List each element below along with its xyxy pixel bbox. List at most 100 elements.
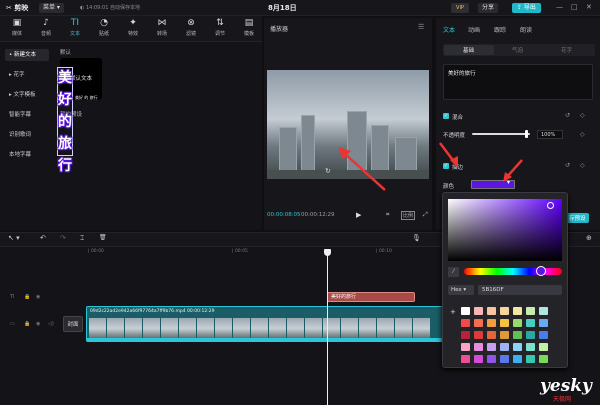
color-swatch[interactable] [487,331,496,339]
playhead-handle[interactable] [324,249,331,256]
tool-media[interactable]: ▣ 媒体 [6,18,28,37]
color-swatch[interactable] [461,307,470,315]
nav-local-subtitle[interactable]: 本地字幕 [5,149,49,161]
mix-checkbox[interactable]: ✓ [443,113,449,119]
color-swatch[interactable] [474,319,483,327]
opacity-slider[interactable] [472,133,530,135]
add-color-icon[interactable]: + [450,308,456,316]
rotate-icon[interactable]: ↻ [325,167,331,175]
opacity-slider-thumb[interactable] [525,130,528,138]
text-content-input[interactable]: 美好的旅行 [443,64,593,100]
main-menu-button[interactable]: 菜单 ▾ [39,3,64,13]
subtab-bubble[interactable]: 气泡 [512,46,523,54]
color-swatch[interactable] [474,331,483,339]
split-icon[interactable]: ⌶ [80,234,84,243]
color-swatch[interactable] [474,307,483,315]
eyedropper-icon[interactable]: ⁄ [448,267,459,277]
tab-animation[interactable]: 动画 [468,25,480,34]
vip-badge[interactable]: VIP [451,3,469,13]
playhead[interactable] [327,249,328,405]
cover-button[interactable]: 封面 [63,316,83,332]
keyframe-icon[interactable]: ◇ [580,131,585,138]
fullscreen-icon[interactable]: ⤢ [423,211,428,219]
color-swatch[interactable] [513,343,522,351]
color-swatch[interactable] [500,307,509,315]
tool-audio[interactable]: ♪ 音频 [35,18,57,37]
color-swatch[interactable] [487,343,496,351]
nav-lyrics[interactable]: 识别歌词 [5,129,49,141]
color-swatch[interactable] [474,355,483,363]
hue-slider-thumb[interactable] [536,266,546,276]
player-menu-icon[interactable]: ☰ [418,23,424,31]
color-mode-select[interactable]: Hex ▾ [448,285,474,295]
audio-icon[interactable]: ◁) [48,321,54,327]
opacity-value-input[interactable]: 100% [537,130,563,139]
crop-icon[interactable]: ⌗ [386,211,389,219]
play-button[interactable]: ▶ [356,211,361,219]
subtab-fancy[interactable]: 花字 [561,46,572,54]
color-swatch[interactable] [500,355,509,363]
lock-icon[interactable]: 🔒 [24,294,30,300]
color-swatch[interactable] [513,355,522,363]
tab-tracking[interactable]: 跟踪 [494,25,506,34]
color-swatch[interactable] [487,319,496,327]
chevron-down-icon[interactable]: ▾ [507,179,510,186]
close-icon[interactable]: ✕ [586,3,592,11]
color-cursor[interactable] [547,202,554,209]
stroke-checkbox[interactable]: ✓ [443,163,449,169]
hex-input[interactable]: 5B16DF [478,285,562,295]
color-swatch[interactable] [461,319,470,327]
keyframe-icon[interactable]: ◇ [580,112,585,119]
subtab-basic[interactable]: 基础 [463,46,474,54]
tool-filter[interactable]: ⊗ 滤镜 [180,18,202,37]
color-swatch[interactable] [539,331,548,339]
delete-icon[interactable]: 🗑 [99,234,107,241]
color-swatch[interactable] [487,307,496,315]
tool-transition[interactable]: ⋈ 转场 [151,18,173,37]
tab-read-aloud[interactable]: 朗读 [520,25,532,34]
hue-slider[interactable] [464,268,562,275]
color-swatch[interactable] [526,355,535,363]
save-preset-button[interactable]: 存预设 [566,213,589,223]
color-swatch[interactable] [461,355,470,363]
tool-template[interactable]: ▤ 模板 [238,18,260,37]
color-swatch[interactable] [539,307,548,315]
color-swatch[interactable] [539,343,548,351]
nav-auto-subtitle[interactable]: 智能字幕 [5,109,49,121]
color-swatch[interactable] [461,343,470,351]
reset-icon[interactable]: ↺ [565,162,570,169]
tool-effects[interactable]: ✦ 特效 [122,18,144,37]
minimize-icon[interactable]: — [556,3,563,11]
color-swatch[interactable] [461,331,470,339]
nav-new-text[interactable]: • 新建文本 [5,49,49,61]
undo-icon[interactable]: ↶ [40,234,46,242]
color-swatch[interactable] [526,319,535,327]
color-swatch[interactable] [513,319,522,327]
color-swatch[interactable] [500,331,509,339]
tool-text[interactable]: TI 文本 [64,18,86,37]
maximize-icon[interactable]: □ [571,3,578,11]
export-button[interactable]: ⇪ 导出 [512,3,541,13]
color-swatch[interactable] [526,343,535,351]
text-clip[interactable]: 美好的旅行 [327,292,415,302]
select-tool-icon[interactable]: ↖ ▾ [8,234,20,242]
tab-text[interactable]: 文本 [443,25,455,34]
reset-icon[interactable]: ↺ [565,112,570,119]
color-swatch[interactable] [526,307,535,315]
color-swatch[interactable] [487,355,496,363]
color-swatch[interactable] [500,319,509,327]
tool-adjust[interactable]: ⇅ 调节 [209,18,231,37]
color-swatch[interactable] [513,307,522,315]
microphone-icon[interactable]: 🎙 [412,234,421,242]
nav-text-template[interactable]: ▸ 文字模板 [5,89,49,101]
color-swatch[interactable] [539,319,548,327]
eye-icon[interactable]: ◉ [36,294,40,300]
video-clip[interactable]: 09d2c22ad2e942a66f97764a7ff9b76.mp4 00:0… [86,306,446,342]
keyframe-icon[interactable]: ◇ [580,162,585,169]
zoom-icon[interactable]: ⊕ [586,234,592,242]
nav-fancy-text[interactable]: ▸ 花字 [5,69,49,81]
share-button[interactable]: 分享 [478,3,499,13]
color-swatch[interactable] [539,355,548,363]
tool-sticker[interactable]: ◔ 贴纸 [93,18,115,37]
eye-icon[interactable]: ◉ [36,321,40,327]
